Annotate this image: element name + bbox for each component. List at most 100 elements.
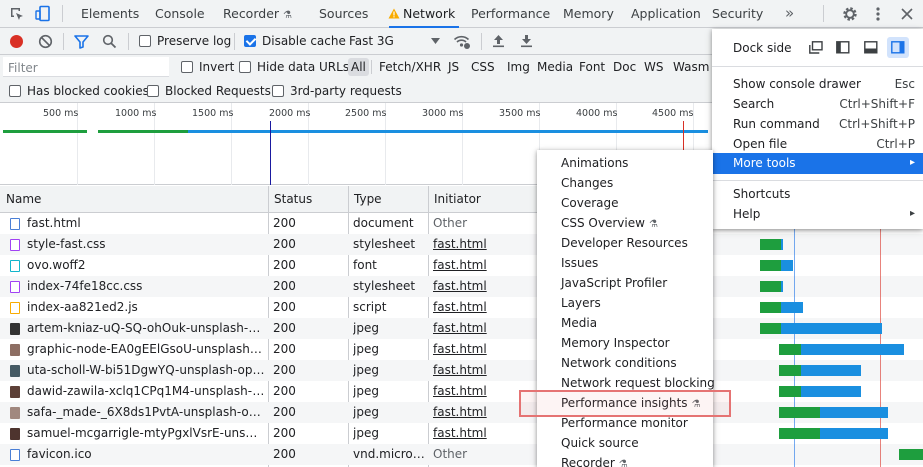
menu-more-tools[interactable]: More tools ▸ xyxy=(712,153,923,174)
undock-icon[interactable] xyxy=(809,41,823,54)
menu-help[interactable]: Help xyxy=(733,204,760,224)
request-initiator[interactable]: fast.html xyxy=(433,255,533,276)
more-tools-item-coverage[interactable]: Coverage xyxy=(561,193,619,213)
request-status: 200 xyxy=(273,300,296,314)
menu-run-command[interactable]: Run command xyxy=(733,114,820,134)
tab-elements[interactable]: Elements xyxy=(81,0,139,27)
shortcut-text: Ctrl+Shift+F xyxy=(839,97,915,111)
filter-icon[interactable] xyxy=(74,34,89,49)
more-tools-item-css-overview[interactable]: CSS Overview ⚗ xyxy=(561,213,658,233)
request-type: stylesheet xyxy=(353,279,416,293)
request-initiator[interactable]: fast.html xyxy=(433,339,533,360)
third-party-checkbox[interactable] xyxy=(272,85,284,97)
more-tools-item-javascript-profiler[interactable]: JavaScript Profiler xyxy=(561,273,667,293)
column-header-type[interactable]: Type xyxy=(348,186,428,212)
dock-left-icon[interactable] xyxy=(836,41,850,54)
document-icon xyxy=(10,218,20,230)
column-header-initiator[interactable]: Initiator xyxy=(428,186,538,212)
filter-type-fetch-xhr[interactable]: Fetch/XHR xyxy=(379,58,441,76)
column-header-status[interactable]: Status xyxy=(268,186,348,212)
image-icon xyxy=(10,344,20,356)
filter-input[interactable]: Filter xyxy=(3,57,169,77)
import-har-icon[interactable] xyxy=(492,34,505,48)
record-icon[interactable] xyxy=(9,34,24,49)
more-tabs-button[interactable]: » xyxy=(785,0,794,27)
menu-search[interactable]: Search xyxy=(733,94,774,114)
filter-type-ws[interactable]: WS xyxy=(644,58,663,76)
menu-item-label: CSS Overview xyxy=(561,216,645,230)
menu-item-label: JavaScript Profiler xyxy=(561,276,668,290)
more-tools-item-media[interactable]: Media xyxy=(561,313,597,333)
throttling-value: Fast 3G xyxy=(349,34,394,48)
request-initiator[interactable]: fast.html xyxy=(433,402,533,423)
network-conditions-icon[interactable] xyxy=(453,33,471,50)
tab-sources[interactable]: Sources xyxy=(319,0,368,27)
close-icon[interactable] xyxy=(901,8,913,20)
waterfall-download-bar xyxy=(820,407,889,418)
preserve-log-checkbox[interactable] xyxy=(139,35,151,47)
tab-network[interactable]: Network xyxy=(388,0,460,28)
filter-type-font[interactable]: Font xyxy=(579,58,605,76)
request-initiator[interactable]: fast.html xyxy=(433,276,533,297)
device-toolbar-icon[interactable] xyxy=(35,5,51,23)
more-tools-item-developer-resources[interactable]: Developer Resources xyxy=(561,233,688,253)
request-initiator[interactable]: fast.html xyxy=(433,297,533,318)
inspect-element-icon[interactable] xyxy=(9,6,25,22)
has-blocked-cookies-checkbox[interactable] xyxy=(9,85,21,97)
request-initiator[interactable]: fast.html xyxy=(433,318,533,339)
filter-type-all[interactable]: All xyxy=(348,58,369,76)
filter-type-doc[interactable]: Doc xyxy=(613,58,636,76)
column-header-name[interactable]: Name xyxy=(0,186,268,212)
request-status: 200 xyxy=(273,447,296,461)
invert-checkbox[interactable] xyxy=(181,61,193,73)
kebab-menu-icon[interactable] xyxy=(873,6,883,22)
dock-bottom-icon[interactable] xyxy=(864,41,878,54)
tab-console[interactable]: Console xyxy=(155,0,205,27)
timeline-tick-label: 3000 ms xyxy=(422,108,464,119)
request-initiator[interactable]: fast.html xyxy=(433,360,533,381)
throttling-select[interactable]: Fast 3G xyxy=(344,29,444,53)
stylesheet-icon xyxy=(10,239,20,251)
tab-performance[interactable]: Performance xyxy=(471,0,550,27)
filter-type-img[interactable]: Img xyxy=(507,58,530,76)
stylesheet-icon xyxy=(10,281,20,293)
more-tools-item-recorder[interactable]: Recorder ⚗ xyxy=(561,453,628,467)
export-har-icon[interactable] xyxy=(520,34,533,48)
more-tools-item-issues[interactable]: Issues xyxy=(561,253,598,273)
filter-type-js[interactable]: JS xyxy=(448,58,459,76)
more-tools-item-animations[interactable]: Animations xyxy=(561,153,628,173)
request-status: 200 xyxy=(273,279,296,293)
tab-memory[interactable]: Memory xyxy=(563,0,614,27)
blocked-requests-label: Blocked Requests xyxy=(165,84,271,98)
request-initiator[interactable]: fast.html xyxy=(433,423,533,444)
filter-type-css[interactable]: CSS xyxy=(471,58,495,76)
clear-icon[interactable] xyxy=(38,34,53,49)
search-icon[interactable] xyxy=(102,34,117,49)
more-tools-item-changes[interactable]: Changes xyxy=(561,173,613,193)
request-status: 200 xyxy=(273,216,296,230)
tab-security[interactable]: Security xyxy=(712,0,763,27)
menu-open-file[interactable]: Open file xyxy=(733,134,787,154)
blocked-requests-checkbox[interactable] xyxy=(147,85,159,97)
dock-right-button[interactable] xyxy=(887,37,909,58)
more-tools-item-memory-inspector[interactable]: Memory Inspector xyxy=(561,333,670,353)
menu-show-console-drawer[interactable]: Show console drawer xyxy=(733,74,861,94)
disable-cache-checkbox[interactable] xyxy=(244,35,256,47)
more-tools-item-layers[interactable]: Layers xyxy=(561,293,601,313)
tab-recorder[interactable]: Recorder ⚗ xyxy=(223,0,292,27)
request-status: 200 xyxy=(273,342,296,356)
gear-icon[interactable] xyxy=(842,6,858,22)
menu-shortcuts[interactable]: Shortcuts xyxy=(733,184,790,204)
more-tools-item-quick-source[interactable]: Quick source xyxy=(561,433,639,453)
filter-type-media[interactable]: Media xyxy=(537,58,573,76)
tab-application[interactable]: Application xyxy=(631,0,701,27)
submenu-arrow-icon: ▸ xyxy=(909,208,915,219)
hide-data-urls-checkbox[interactable] xyxy=(239,61,251,73)
request-initiator[interactable]: fast.html xyxy=(433,381,533,402)
more-tools-item-network-conditions[interactable]: Network conditions xyxy=(561,353,677,373)
third-party-label: 3rd-party requests xyxy=(290,84,402,98)
request-initiator[interactable]: fast.html xyxy=(433,234,533,255)
experimental-flask-icon: ⚗ xyxy=(618,459,628,467)
filter-type-wasm[interactable]: Wasm xyxy=(673,58,709,76)
request-type: jpeg xyxy=(353,405,379,419)
